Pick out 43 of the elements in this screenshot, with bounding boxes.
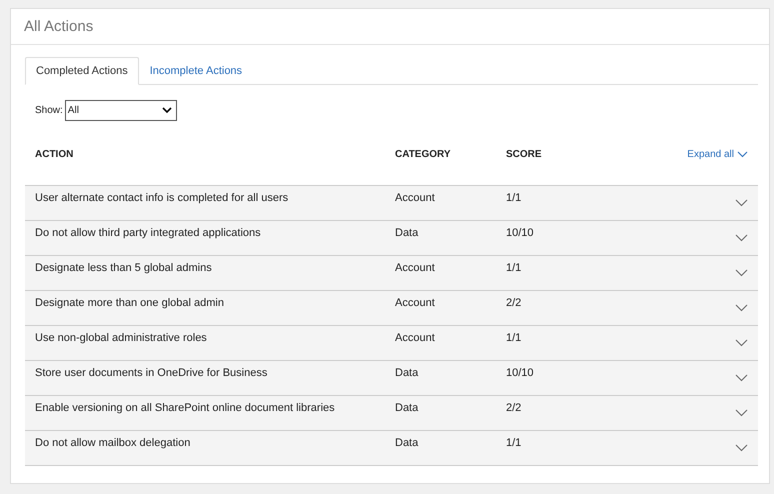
table-cell-text: 2/2 (506, 402, 522, 414)
chevron-down-icon[interactable] (735, 199, 748, 207)
show-dropdown[interactable]: All (64, 100, 177, 121)
chevron-down-icon[interactable] (735, 374, 748, 382)
table-cell-text: 1/1 (506, 332, 522, 344)
table-cell-text: Data (395, 402, 420, 414)
chevron-down-icon[interactable] (735, 444, 748, 452)
table-cell-text: Designate less than 5 global admins (35, 262, 213, 274)
column-header: CATEGORY (395, 148, 452, 160)
column-header: SCORE (506, 148, 543, 160)
tab[interactable]: Completed Actions (25, 57, 139, 85)
table-cell-text: Use non-global administrative roles (35, 332, 208, 344)
table-cell-text: Do not allow third party integrated applications (35, 227, 262, 239)
table-cell-text: Account (395, 332, 436, 344)
table-cell-text: 1/1 (506, 192, 522, 204)
show-label: Show: (35, 105, 63, 116)
panel-title: All Actions (24, 18, 94, 35)
chevron-down-icon[interactable] (735, 234, 748, 242)
table-cell-text: Data (395, 367, 420, 379)
table-cell-text: 10/10 (506, 227, 535, 239)
tab[interactable]: Incomplete Actions (138, 57, 254, 85)
chevron-down-icon[interactable] (735, 409, 748, 417)
table-cell-text: Account (395, 262, 436, 274)
table-cell-text: User alternate contact info is completed for all users (35, 192, 290, 204)
table-cell-text: 1/1 (506, 262, 522, 274)
table-cell-text: Data (395, 227, 420, 239)
table-cell-text: Account (395, 297, 436, 309)
table-cell-text: Account (395, 192, 436, 204)
table-cell-text: 10/10 (506, 367, 535, 379)
table-cell-text: Store user documents in OneDrive for Business (35, 367, 268, 379)
table-cell-text: 1/1 (506, 437, 522, 449)
column-header: ACTION (35, 148, 74, 160)
table-cell-text: Designate more than one global admin (35, 297, 225, 309)
table-cell-text: Enable versioning on all SharePoint online document libraries (35, 402, 336, 414)
table-cell-text: Do not allow mailbox delegation (35, 437, 192, 449)
chevron-down-icon[interactable] (735, 339, 748, 347)
chevron-down-icon[interactable] (735, 269, 748, 277)
table-cell-text: Data (395, 437, 420, 449)
chevron-down-icon (737, 150, 748, 158)
table-cell-text: 2/2 (506, 297, 522, 309)
caret-icon (162, 107, 172, 114)
expand-all-link[interactable]: Expand all (687, 148, 748, 160)
chevron-down-icon[interactable] (735, 304, 748, 312)
